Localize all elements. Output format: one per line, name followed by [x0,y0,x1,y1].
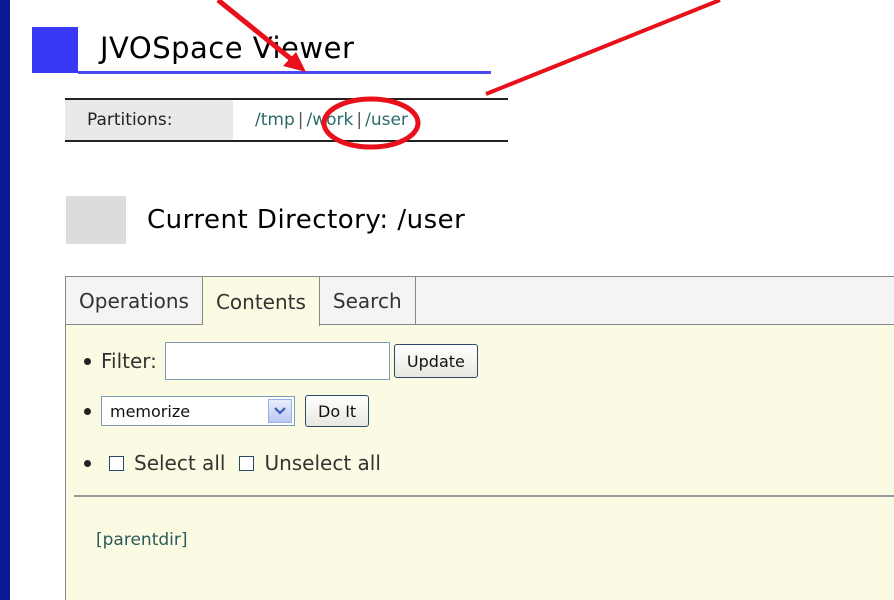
partition-link-work[interactable]: /work [306,110,353,130]
unselect-all-checkbox[interactable] [239,455,255,471]
tab-contents[interactable]: Contents [202,277,320,326]
partition-link-user[interactable]: /user [365,110,408,130]
filter-row: Filter: Update [84,342,478,380]
action-row: memorize Do It [84,395,370,427]
bullet [84,407,91,415]
action-select[interactable]: memorize [101,396,295,426]
partitions-bar: Partitions: /tmp | /work | /user [65,98,508,142]
partition-link-tmp[interactable]: /tmp [255,110,295,130]
bullet [84,357,91,365]
current-directory-heading: Current Directory: /user [147,205,466,235]
chevron-down-icon[interactable] [268,399,292,423]
tab-operations[interactable]: Operations [66,277,203,325]
app-title: JVOSpace Viewer [100,31,355,65]
filter-input[interactable] [164,342,390,380]
tab-search[interactable]: Search [320,277,416,325]
selection-row: Select all Unselect all [84,451,381,475]
partition-links: /tmp | /work | /user [233,110,408,130]
contents-panel: Operations Contents Search Filter: Updat… [65,276,894,600]
title-underline [78,71,491,74]
bullet [84,459,91,467]
do-it-button[interactable]: Do It [305,395,370,427]
filter-label: Filter: [101,349,157,373]
action-select-value: memorize [110,401,191,421]
partition-separator: | [297,110,304,130]
divider [74,495,894,497]
select-all-label: Select all [134,451,226,475]
partitions-label: Partitions: [65,100,233,140]
viewer-page: JVOSpace Viewer Partitions: /tmp | /work… [10,0,894,600]
unselect-all-label: Unselect all [264,451,381,475]
update-button[interactable]: Update [393,344,478,378]
select-all-checkbox[interactable] [109,455,124,471]
directory-accent-square [66,196,126,244]
partition-separator: | [356,110,363,130]
title-accent-square [32,27,78,73]
tab-bar: Operations Contents Search [66,277,894,326]
parentdir-link[interactable]: [parentdir] [96,530,188,550]
